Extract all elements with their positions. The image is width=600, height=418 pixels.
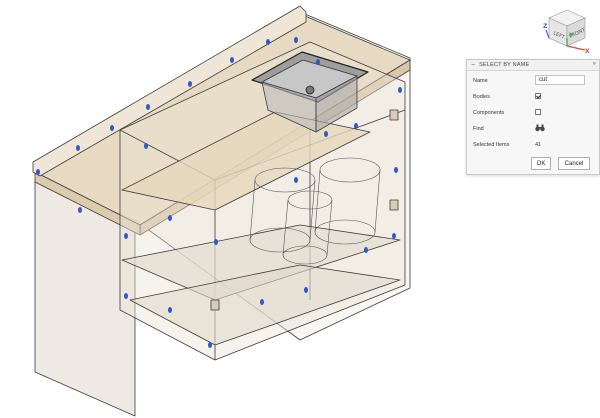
select-by-name-dialog: − SELECT BY NAME » Name cut Bodies Compo… [466,59,600,175]
bracket[interactable] [389,109,399,121]
x-axis-line [566,45,586,51]
name-label: Name [473,78,488,84]
bodies-row: Bodies [473,92,541,102]
find-label: Find [473,126,484,132]
ok-button[interactable]: OK [531,157,551,170]
cabinet-model[interactable] [32,5,411,417]
components-label: Components [473,110,505,116]
bodies-checkbox[interactable] [535,93,541,99]
bracket[interactable] [210,299,220,311]
z-axis-line [545,29,550,39]
name-input[interactable]: cut [535,75,585,85]
z-axis-label: Z [543,23,548,30]
collapse-icon[interactable]: − [471,62,475,69]
binoculars-icon[interactable] [535,124,545,132]
bodies-label: Bodies [473,94,490,100]
y-axis-label: Y [568,32,574,39]
double-chevron-right-icon[interactable]: » [593,61,596,67]
bracket[interactable] [389,199,399,211]
cancel-button[interactable]: Cancel [558,157,590,170]
selected-items-count: 41 [535,142,542,148]
dialog-title: SELECT BY NAME [479,62,530,68]
components-row: Components [473,108,541,118]
view-cube[interactable]: LEFT FRONT X Y Z [543,8,591,54]
find-row: Find [473,124,545,134]
name-row: Name cut [473,75,585,86]
x-axis-label: X [585,48,590,54]
dialog-header[interactable]: − SELECT BY NAME » [467,60,599,71]
selected-items-row: Selected Items 41 [473,140,541,150]
selected-items-label: Selected Items [473,142,510,148]
components-checkbox[interactable] [535,109,541,115]
